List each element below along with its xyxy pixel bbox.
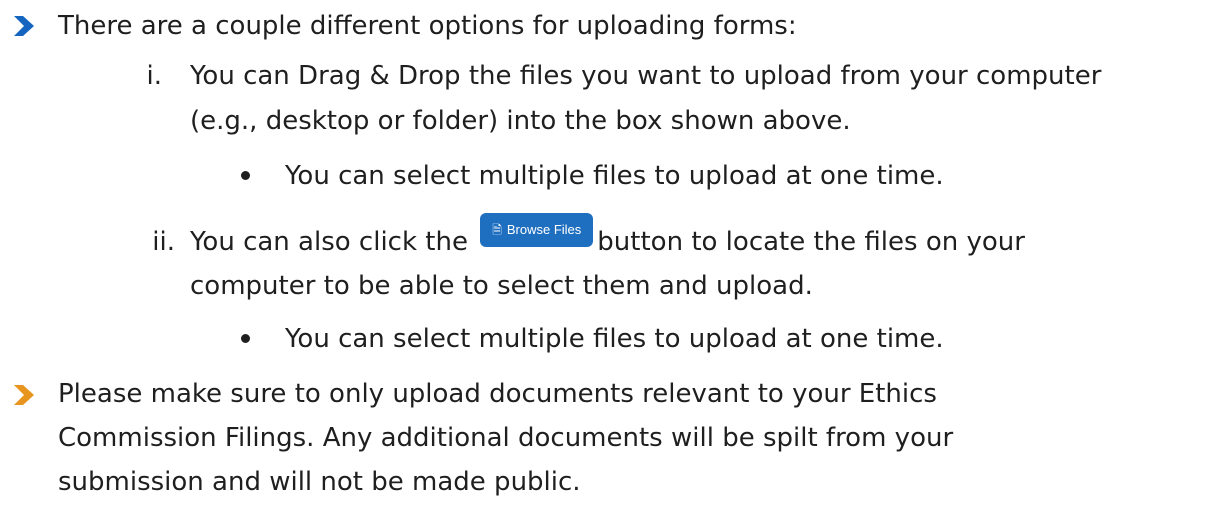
intro-text: There are a couple different options for… [58, 11, 797, 41]
sub-item-text: You can select multiple files to upload … [285, 161, 944, 191]
browse-files-button[interactable]: 🗎 Browse Files [480, 212, 594, 247]
note-text-line: submission and will not be made public. [58, 467, 581, 497]
note-text-line: Please make sure to only upload document… [58, 379, 937, 409]
chevron-right-icon [14, 385, 34, 405]
item-text-line: You can also click the 🗎 Browse Files butt… [190, 212, 1025, 260]
bullet-dot [241, 334, 250, 343]
item-text-line: You can Drag & Drop the files you want t… [190, 61, 1102, 91]
note-text-line: Commission Filings. Any additional docum… [58, 423, 954, 453]
item-marker: i. [146, 61, 163, 91]
item-text-after-button: button to locate the files on your [597, 227, 1025, 257]
sub-item-text: You can select multiple files to upload … [285, 324, 944, 354]
chevron-right-icon [14, 16, 34, 36]
item-text-line: computer to be able to select them and u… [190, 271, 813, 301]
item-marker: ii. [152, 227, 175, 257]
document-icon: 🗎 [492, 222, 502, 237]
item-text-before-button: You can also click the [190, 227, 468, 257]
item-text-line: (e.g., desktop or folder) into the box s… [190, 106, 851, 136]
browse-files-label: Browse Files [506, 221, 582, 237]
bullet-dot [241, 171, 250, 180]
